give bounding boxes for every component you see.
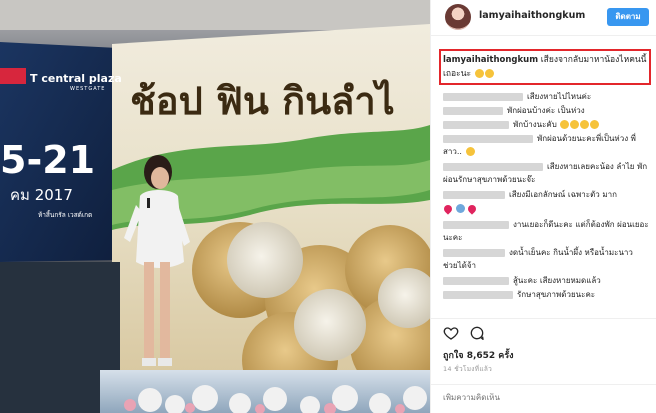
redacted-username [443,120,509,129]
comment-item: พักผ่อนด้วยนะคะพี่เป็นห่วง พี่สาว.. [443,134,636,156]
comment-item: พักผ่อนบ้างค่ะ เป็นห่วง [443,104,649,117]
comment-item: สู้นะคะ เสียงหายหมดแล้ว [443,274,649,287]
add-comment-input[interactable] [443,393,643,402]
avatar[interactable] [445,4,471,30]
comment-item [442,202,649,215]
redacted-username [443,220,509,229]
comment-item: รักษาสุขภาพด้วยนะคะ [443,288,649,301]
redacted-username [443,134,533,143]
emoji-icon [560,120,570,129]
banner-brand-sub: WESTGATE [70,86,106,92]
emoji-icon [590,120,600,129]
banner-venue: ห้าสิ้นกรัล เวสต์เกต [38,211,93,219]
banner-brand-text: T central plaza [30,72,122,85]
post-side-panel: lamyaihaithongkum ติดตาม lamyaihaithongk… [430,0,656,413]
post-timestamp[interactable]: 14 ชั่วโมงที่แล้ว [443,364,492,374]
redacted-username [443,190,505,199]
redacted-username [443,290,513,299]
comment-item: พักบ้างนะคับ [443,118,649,131]
likes-count[interactable]: ถูกใจ 8,652 ครั้ง [443,348,514,362]
redacted-username [443,248,505,257]
redacted-username [443,106,503,115]
banner-month: คม 2017 [10,186,73,204]
heart-emoji-icon [442,202,454,215]
banner-dates: 5-21 [0,138,96,182]
heart-icon[interactable] [443,325,459,341]
emoji-icon [570,120,580,129]
grin-emoji-icon [474,69,484,78]
post-caption: lamyaihaithongkum เสียงจากลับมาหาน้องไหค… [443,53,647,81]
grin-emoji-icon [484,69,494,78]
add-comment-bar [431,384,656,413]
follow-button[interactable]: ติดตาม [607,8,649,26]
comment-item: เสียงหายเลยคะน้อง ลำไย พักผ่อนรักษาสุขภา… [443,162,648,184]
comments-list[interactable]: lamyaihaithongkum เสียงจากลับมาหาน้องไหค… [431,42,656,342]
redacted-username [443,92,523,101]
comment-item: เสียงหายไปไหนค่ะ [443,90,649,103]
caption-username[interactable]: lamyaihaithongkum [443,55,538,65]
redacted-username [443,276,509,285]
people-emoji-icon [455,204,465,213]
comment-icon[interactable] [469,325,485,341]
redacted-username [443,162,543,171]
comment-item: เสียงมีเอกลักษณ์ เฉพาะตัว มาก [443,188,649,201]
heart-emoji-icon [466,202,478,215]
post-header: lamyaihaithongkum ติดตาม [431,0,656,36]
emoji-icon [580,120,590,129]
post-photo[interactable]: T central plaza WESTGATE 5-21 คม 2017 ห้… [0,0,430,413]
banner-headline: ช้อป ฟิน กินลำไ [130,79,395,123]
comment-item: งานเยอะก็ดีนะคะ แต่ก็ต้องพัก ผ่อนเยอะนะค… [443,220,649,242]
username-link[interactable]: lamyaihaithongkum [479,10,585,21]
emoji-icon [465,147,475,156]
comment-item: งดน้ำเย็นคะ กินน้ำผึ้ง หรือน้ำมะนาว ช่วย… [443,248,633,270]
post-actions [431,318,656,342]
